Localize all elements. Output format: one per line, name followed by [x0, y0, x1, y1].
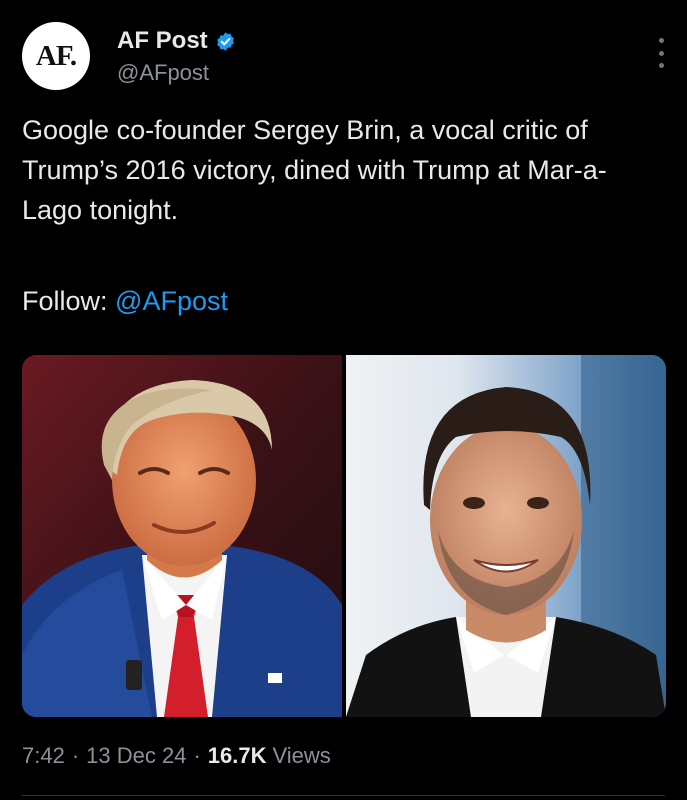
meta-separator: ·	[71, 743, 80, 768]
views-count: 16.7K	[207, 743, 267, 768]
author-name-row: AF Post	[117, 27, 236, 55]
avatar[interactable]: AF.	[22, 22, 90, 90]
follow-label: Follow:	[22, 286, 116, 316]
photo-left-trump[interactable]	[22, 355, 342, 717]
views-label: Views	[272, 743, 331, 768]
verified-badge-icon	[215, 31, 236, 52]
media-grid	[22, 355, 666, 717]
more-options-icon[interactable]	[654, 38, 668, 68]
author-handle[interactable]: @AFpost	[117, 60, 209, 86]
post-text: Google co-founder Sergey Brin, a vocal c…	[22, 115, 607, 225]
follow-mention-link[interactable]: @AFpost	[115, 286, 228, 316]
follow-line: Follow: @AFpost	[22, 281, 228, 321]
avatar-logo-text: AF.	[35, 39, 77, 72]
post-meta: 7:42 · 13 Dec 24 · 16.7K Views	[22, 743, 331, 769]
photo-right-brin[interactable]	[346, 355, 666, 717]
post-date[interactable]: 13 Dec 24	[86, 743, 186, 769]
divider	[22, 795, 665, 796]
post-time[interactable]: 7:42	[22, 743, 65, 769]
meta-separator: ·	[193, 743, 201, 768]
author-display-name[interactable]: AF Post	[117, 27, 208, 55]
post-header: AF. AF Post @AFpost	[22, 22, 672, 92]
